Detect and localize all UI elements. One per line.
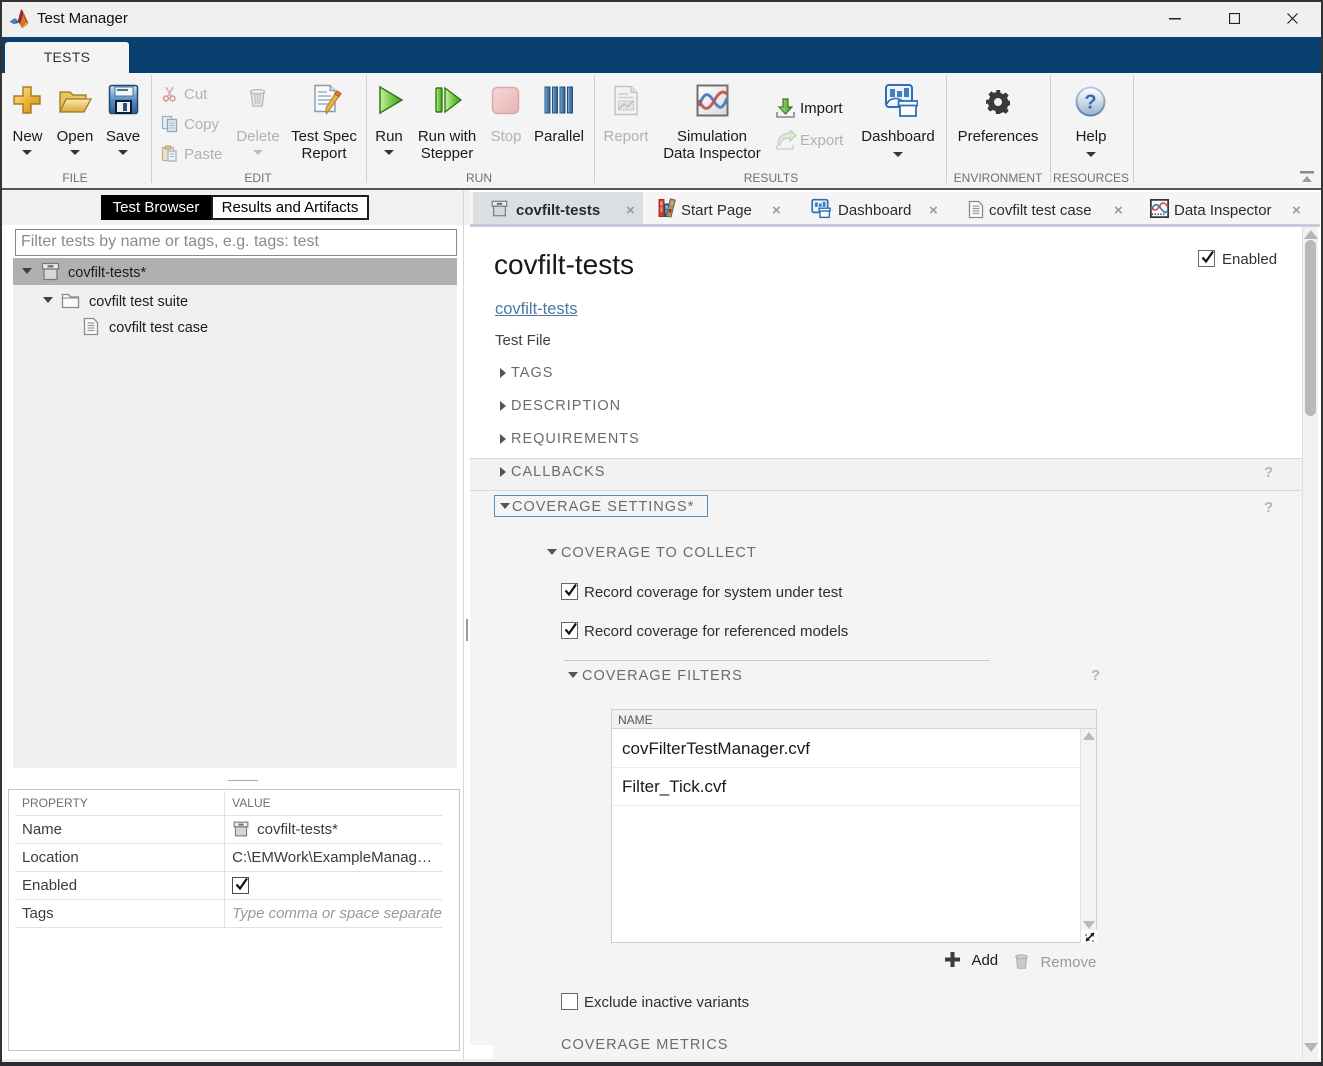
svg-text:?: ? [1084, 92, 1096, 114]
